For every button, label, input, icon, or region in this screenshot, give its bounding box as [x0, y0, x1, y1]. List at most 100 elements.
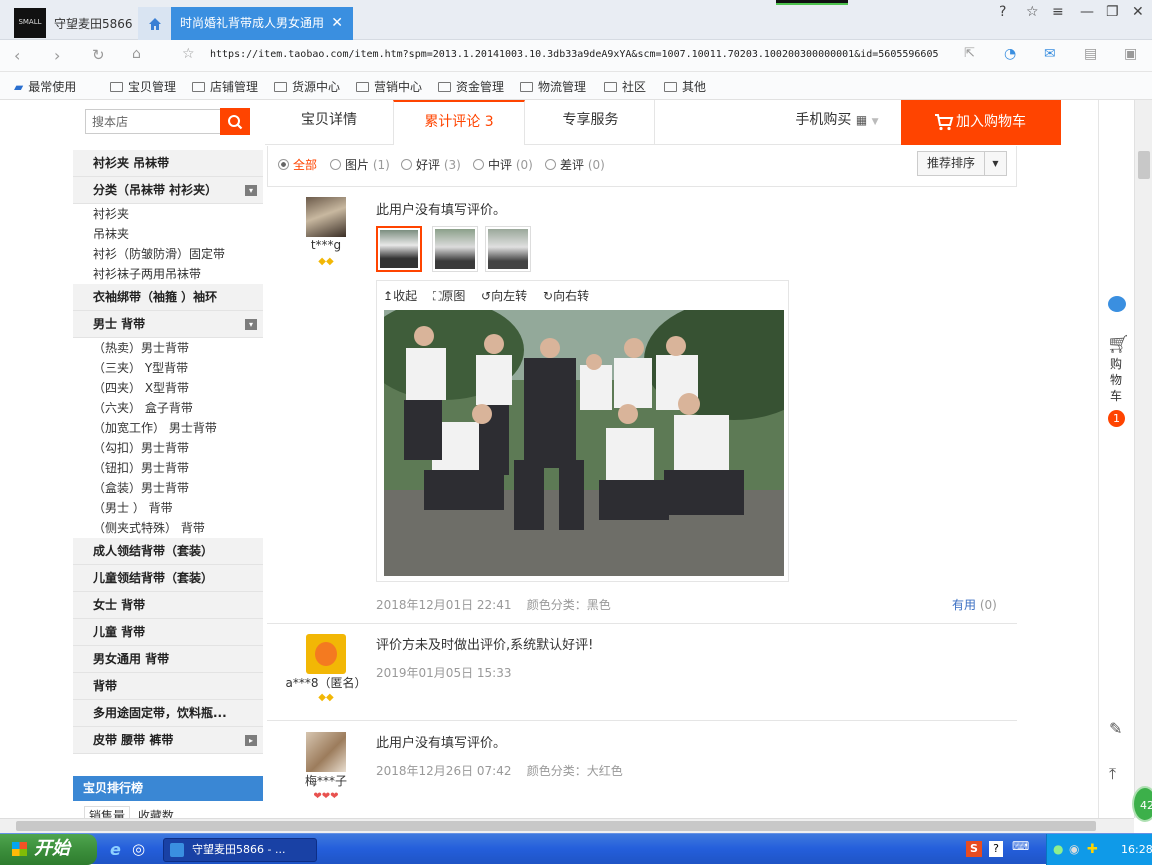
category-item[interactable]: （六夹） 盒子背带 [73, 398, 263, 418]
bookmark-most-used[interactable]: ▰ 最常使用 [14, 78, 76, 95]
chat-icon[interactable] [1108, 296, 1126, 312]
network-icon[interactable]: ● [1053, 834, 1063, 865]
help-tray-icon[interactable]: ? [989, 841, 1003, 857]
help-icon[interactable]: ? [999, 4, 1006, 20]
cart-icon[interactable]: 🛒︎ [1107, 334, 1130, 355]
filter-all[interactable]: 全部 [278, 156, 317, 173]
category-head[interactable]: 分类（吊袜带 衬衫夹） ▾ [73, 177, 263, 204]
scroll-thumb[interactable] [1138, 151, 1150, 179]
bookmark-folder[interactable]: 店铺管理 [192, 78, 258, 95]
browser-quick-icon[interactable]: ◎ [132, 840, 145, 858]
bookmark-star-icon[interactable]: ☆ [182, 46, 195, 62]
category-item[interactable]: （盒装）男士背带 [73, 478, 263, 498]
tab-active[interactable]: 时尚婚礼背带成人男女通用 ✕ [171, 7, 353, 40]
category-item[interactable]: （四夹） X型背带 [73, 378, 263, 398]
bookmark-folder[interactable]: 社区 [604, 78, 646, 95]
collapse-icon[interactable]: ▾ [245, 185, 257, 196]
rotate-right-button[interactable]: ↻向右转 [543, 287, 589, 304]
expand-icon[interactable]: ▸ [245, 735, 257, 746]
rotate-left-button[interactable]: ↺向左转 [481, 287, 527, 304]
scroll-thumb[interactable] [16, 821, 1096, 831]
horizontal-scrollbar[interactable] [0, 818, 1134, 833]
category-item[interactable]: （热卖）男士背带 [73, 338, 263, 358]
close-window-icon[interactable]: ✕ [1132, 4, 1144, 20]
category-head[interactable]: 背带 [73, 673, 263, 700]
tab-reviews[interactable]: 累计评论 3 [393, 100, 525, 145]
keyboard-icon[interactable]: ⌨ [1012, 839, 1029, 853]
mobile-buy[interactable]: 手机购买 ▦ ▼ [777, 100, 897, 145]
volume-icon[interactable]: ◉ [1069, 834, 1079, 865]
home-tab[interactable] [138, 7, 172, 40]
search-button[interactable] [220, 108, 250, 135]
category-head[interactable]: 皮带 腰带 裤带 ▸ [73, 727, 263, 754]
category-item[interactable]: （男士 ） 背带 [73, 498, 263, 518]
share-icon[interactable]: ⇱ [964, 46, 975, 61]
original-button[interactable]: ⛶原图 [433, 287, 465, 304]
category-item[interactable]: 吊袜夹 [73, 224, 263, 244]
bookmark-folder[interactable]: 物流管理 [520, 78, 586, 95]
maximize-icon[interactable]: ❐ [1106, 4, 1119, 20]
forward-icon[interactable]: › [54, 46, 60, 65]
rank-tab-sales[interactable]: 销售量 [84, 806, 131, 818]
collapse-icon[interactable]: ▾ [245, 319, 257, 330]
category-item[interactable]: 衬衫袜子两用吊袜带 [73, 264, 263, 284]
bookmark-folder[interactable]: 营销中心 [356, 78, 422, 95]
bookmark-folder[interactable]: 宝贝管理 [110, 78, 176, 95]
category-item[interactable]: （钮扣）男士背带 [73, 458, 263, 478]
cart-label[interactable]: 购物车 [1110, 356, 1124, 404]
category-item[interactable]: 衬衫（防皱防滑）固定带 [73, 244, 263, 264]
taskbar-window[interactable]: 守望麦田5866 - ... [163, 838, 317, 862]
review-thumb[interactable] [485, 226, 531, 272]
bookmark-folder[interactable]: 资金管理 [438, 78, 504, 95]
collapse-button[interactable]: ↥收起 [383, 287, 417, 304]
back-to-top-icon[interactable]: ⤒ [1109, 764, 1116, 784]
category-item[interactable]: （侧夹式特殊） 背带 [73, 518, 263, 538]
tab-service[interactable]: 专享服务 [527, 100, 655, 145]
category-item[interactable]: （勾扣）男士背带 [73, 438, 263, 458]
tab-shop[interactable]: 守望麦田5866 [54, 8, 133, 40]
menu-icon[interactable]: ≡ [1052, 4, 1064, 20]
sogou-icon[interactable]: S [966, 841, 982, 857]
filter-mid[interactable]: 中评 (0) [473, 156, 533, 173]
assistant-icon[interactable]: ◔ [1004, 46, 1016, 62]
floating-bubble[interactable]: 42 [1132, 786, 1152, 822]
review-thumb[interactable] [432, 226, 478, 272]
category-head[interactable]: 衬衫夹 吊袜带 [73, 150, 263, 177]
ie-icon[interactable]: e [110, 840, 121, 859]
tab-detail[interactable]: 宝贝详情 [265, 100, 393, 145]
filter-bad[interactable]: 差评 (0) [545, 156, 605, 173]
filter-good[interactable]: 好评 (3) [401, 156, 461, 173]
category-head[interactable]: 男女通用 背带 [73, 646, 263, 673]
extensions-icon[interactable]: ▣ [1124, 46, 1137, 62]
useful-button[interactable]: 有用 (0) [952, 596, 997, 613]
shop-search-input[interactable]: 搜本店 [85, 109, 221, 134]
category-head[interactable]: 成人领结背带（套装） [73, 538, 263, 565]
category-head[interactable]: 男士 背带 ▾ [73, 311, 263, 338]
category-head[interactable]: 儿童 背带 [73, 619, 263, 646]
add-to-cart-button[interactable]: 加入购物车 [901, 100, 1061, 145]
category-item[interactable]: （三夹） Y型背带 [73, 358, 263, 378]
sort-dropdown[interactable]: 推荐排序 ▼ [917, 151, 1007, 176]
security-icon[interactable]: ✚ [1087, 834, 1098, 865]
category-item[interactable]: 衬衫夹 [73, 204, 263, 224]
category-item[interactable]: （加宽工作） 男士背带 [73, 418, 263, 438]
category-head[interactable]: 多用途固定带，饮料瓶... [73, 700, 263, 727]
start-button[interactable]: 开始 [0, 834, 97, 865]
vertical-scrollbar[interactable] [1134, 100, 1152, 818]
mail-icon[interactable]: ✉ [1044, 46, 1056, 62]
category-head[interactable]: 女士 背带 [73, 592, 263, 619]
home-page-icon[interactable]: ⌂ [132, 46, 141, 62]
category-head[interactable]: 儿童领结背带（套装） [73, 565, 263, 592]
bookmark-folder[interactable]: 货源中心 [274, 78, 340, 95]
category-head[interactable]: 衣袖绑带（袖箍 ）袖环 [73, 284, 263, 311]
filter-pic[interactable]: 图片 (1) [330, 156, 390, 173]
back-icon[interactable]: ‹ [14, 46, 20, 65]
minimize-icon[interactable]: — [1080, 4, 1094, 20]
review-thumb[interactable] [376, 226, 422, 272]
skin-icon[interactable]: ☆ [1026, 4, 1039, 20]
edit-icon[interactable]: ✎ [1109, 719, 1122, 738]
refresh-icon[interactable]: ↻ [92, 46, 105, 64]
rank-tab-fav[interactable]: 收藏数 [134, 807, 178, 818]
reader-icon[interactable]: ▤ [1084, 46, 1097, 62]
url-field[interactable]: https://item.taobao.com/item.htm?spm=201… [210, 49, 938, 60]
